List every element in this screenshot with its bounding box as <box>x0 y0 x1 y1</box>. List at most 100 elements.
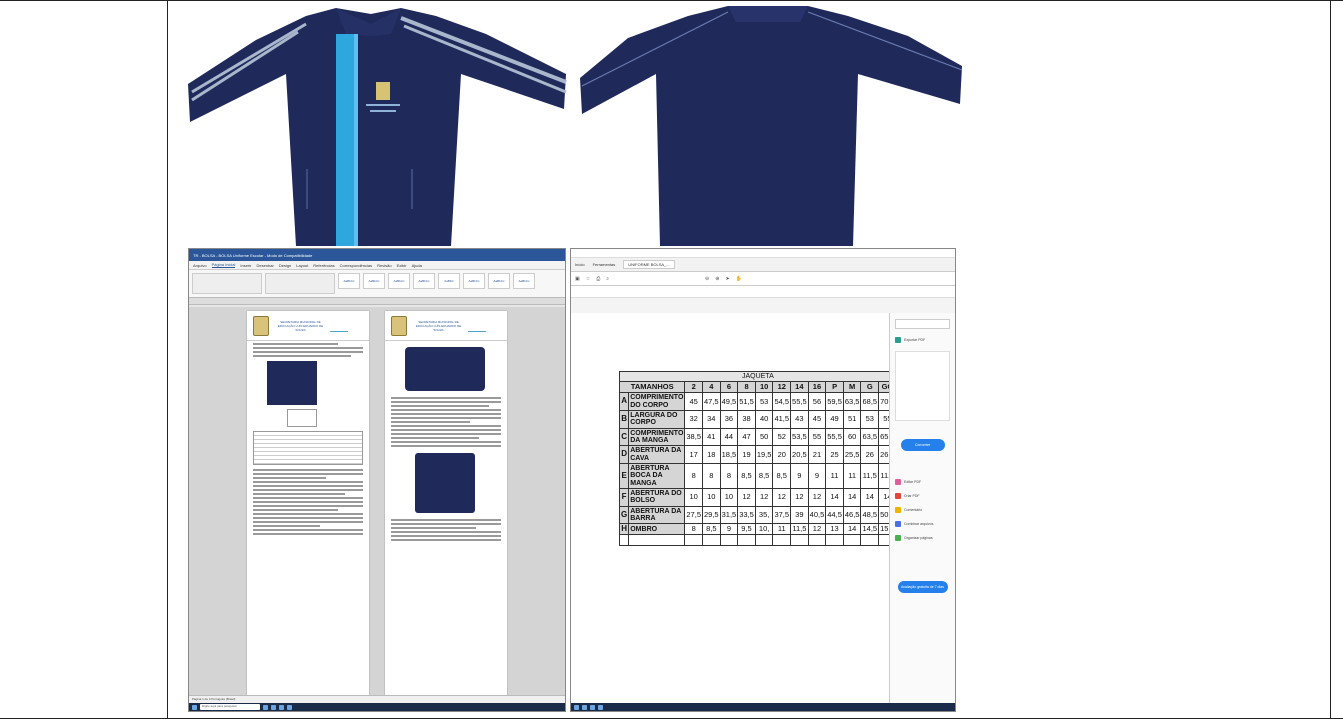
frame-top-line <box>0 0 1343 1</box>
style-heading1[interactable]: AaBbCc <box>388 273 410 289</box>
table-cell: 8,5 <box>737 462 756 490</box>
windows-start-icon[interactable] <box>192 704 197 710</box>
crest-logo-2 <box>391 315 407 336</box>
word-ruler <box>189 298 565 305</box>
save-icon[interactable]: ▣ <box>575 276 580 282</box>
header-size-16: 16 <box>807 381 827 394</box>
taskbar-app-icon[interactable] <box>271 704 276 710</box>
combine-files-item[interactable]: Combinar arquivos <box>895 521 950 527</box>
table-cell: 55 <box>807 427 827 447</box>
table-cell: 49,5 <box>719 392 739 411</box>
table-cell: 11,5 <box>790 523 809 536</box>
tab-view[interactable]: Exibir <box>397 263 407 268</box>
style-no-spacing[interactable]: AaBbCc <box>363 273 385 289</box>
tab-layout[interactable]: Layout <box>296 263 308 268</box>
create-pdf-icon <box>895 493 901 499</box>
pdf-tab-tools[interactable]: Ferramentas <box>593 262 616 267</box>
table-cell: 45 <box>684 392 703 411</box>
tab-home[interactable]: Página Inicial <box>211 262 236 268</box>
style-normal[interactable]: AaBbCc <box>338 273 360 289</box>
free-trial-button[interactable]: Avaliação gratuita de 7 dias <box>897 581 948 593</box>
taskbar-search[interactable]: Digite aqui para pesquisar <box>200 704 260 710</box>
frame-right-line <box>1330 0 1331 719</box>
windows-start-icon[interactable] <box>574 704 579 710</box>
header-size-M: M <box>842 381 862 394</box>
create-pdf-item[interactable]: Criar PDF <box>895 493 950 499</box>
tab-insert[interactable]: Inserir <box>240 263 251 268</box>
row-label: ABERTURA DO BOLSO <box>628 488 686 507</box>
pants-diagram <box>287 409 317 427</box>
table-cell: 39 <box>790 505 809 525</box>
pdf-tab-document[interactable]: UNIFORME BOLSA_... <box>623 260 675 269</box>
taskbar-app-icon[interactable] <box>287 704 292 710</box>
table-cell: 11,5 <box>860 462 880 490</box>
tab-help[interactable]: Ajuda <box>412 263 422 268</box>
table-cell: 9,5 <box>737 523 756 536</box>
header-size-G: G <box>860 381 880 394</box>
windows-taskbar: Digite aqui para pesquisar <box>189 703 565 711</box>
tab-file[interactable]: Arquivo <box>193 263 207 268</box>
table-row: B LARGURA DO CORPO 32 34 36 38 40 41,5 43 45 49 51 5… <box>618 409 897 429</box>
page-header-2: SECRETARIA MUNICIPAL DE EDUCAÇÃO LUÍS ED… <box>385 311 507 341</box>
table-cell: 34 <box>702 409 721 429</box>
table-cell: 14 <box>860 488 880 507</box>
tools-search-input[interactable] <box>895 319 950 329</box>
style-strong[interactable]: AaBbCc <box>513 273 535 289</box>
taskbar-app-icon[interactable] <box>598 704 603 710</box>
table-cell: 14,5 <box>860 523 880 536</box>
row-letter: G <box>618 505 630 525</box>
table-cell: 29,5 <box>702 505 721 525</box>
table-cell: 10 <box>702 488 721 507</box>
table-cell: 11 <box>825 462 844 490</box>
convert-button[interactable]: Converter <box>900 439 945 451</box>
jacket-thumbnail <box>415 453 475 513</box>
style-title[interactable]: AaBbC <box>438 273 460 289</box>
hand-icon[interactable]: ✋ <box>736 276 742 282</box>
row-letter: B <box>618 409 630 429</box>
pdf-tab-home[interactable]: Início <box>575 262 585 267</box>
prev-page-icon[interactable]: ⊖ <box>705 276 709 282</box>
frame-left-line <box>167 0 168 719</box>
export-pdf-item[interactable]: Exportar PDF <box>895 337 950 343</box>
tab-design[interactable]: Design <box>279 263 291 268</box>
taskbar-app-icon[interactable] <box>582 704 587 710</box>
table-cell: 56 <box>807 392 827 411</box>
header-size-12: 12 <box>772 381 792 394</box>
edit-pdf-item[interactable]: Editar PDF <box>895 479 950 485</box>
signature-mark-2 <box>467 319 491 332</box>
style-heading2[interactable]: AaBbCc <box>413 273 435 289</box>
next-page-icon[interactable]: ⊕ <box>715 276 719 282</box>
tab-mailings[interactable]: Correspondências <box>340 263 372 268</box>
table-cell: 8 <box>684 523 703 536</box>
table-row: F ABERTURA DO BOLSO 10 10 10 12 12 12 12 12 14 14 14… <box>618 488 897 507</box>
table-cell: 38,5 <box>684 427 703 447</box>
tab-review[interactable]: Revisão <box>377 263 391 268</box>
style-emphasis[interactable]: AaBbCc <box>488 273 510 289</box>
comment-item[interactable]: Comentário <box>895 507 950 513</box>
table-cell: 44 <box>719 427 739 447</box>
pdf-page-canvas: JAQUETA TAMANHOS 2 4 6 8 10 12 14 16 P M G GG A COMPR… <box>571 313 897 703</box>
style-subtitle[interactable]: AaBbCc <box>463 273 485 289</box>
table-cell: 53 <box>860 409 880 429</box>
cursor-icon[interactable]: ➤ <box>725 276 729 282</box>
print-icon[interactable]: ⎙ <box>596 276 600 282</box>
table-cell: 25,5 <box>842 445 862 464</box>
table-row: G ABERTURA DA BARRA 27,5 29,5 31,5 33,5 35, 37,… <box>618 505 897 525</box>
row-label: ABERTURA BOCA DA MANGA <box>628 462 686 490</box>
organize-pages-item[interactable]: Organizar páginas <box>895 535 950 541</box>
size-table-small <box>253 431 363 465</box>
table-cell: 25 <box>825 445 844 464</box>
table-cell: 10 <box>684 488 703 507</box>
taskbar-app-icon[interactable] <box>263 704 268 710</box>
table-cell: 18,5 <box>719 445 739 464</box>
star-icon[interactable]: ☆ <box>586 276 590 282</box>
table-cell: 14 <box>825 488 844 507</box>
table-row: H OMBRO 8 8,5 9 9,5 10, 11 11,5 12 13 14 14,5 15,5 <box>618 523 897 536</box>
search-icon[interactable]: ⌕ <box>606 276 609 282</box>
taskbar-app-icon[interactable] <box>590 704 595 710</box>
table-cell: 20 <box>772 445 792 464</box>
table-header-row: TAMANHOS 2 4 6 8 10 12 14 16 P M G GG <box>618 381 897 394</box>
taskbar-app-icon[interactable] <box>279 704 284 710</box>
tab-references[interactable]: Referências <box>313 263 334 268</box>
tab-draw[interactable]: Desenhar <box>256 263 273 268</box>
